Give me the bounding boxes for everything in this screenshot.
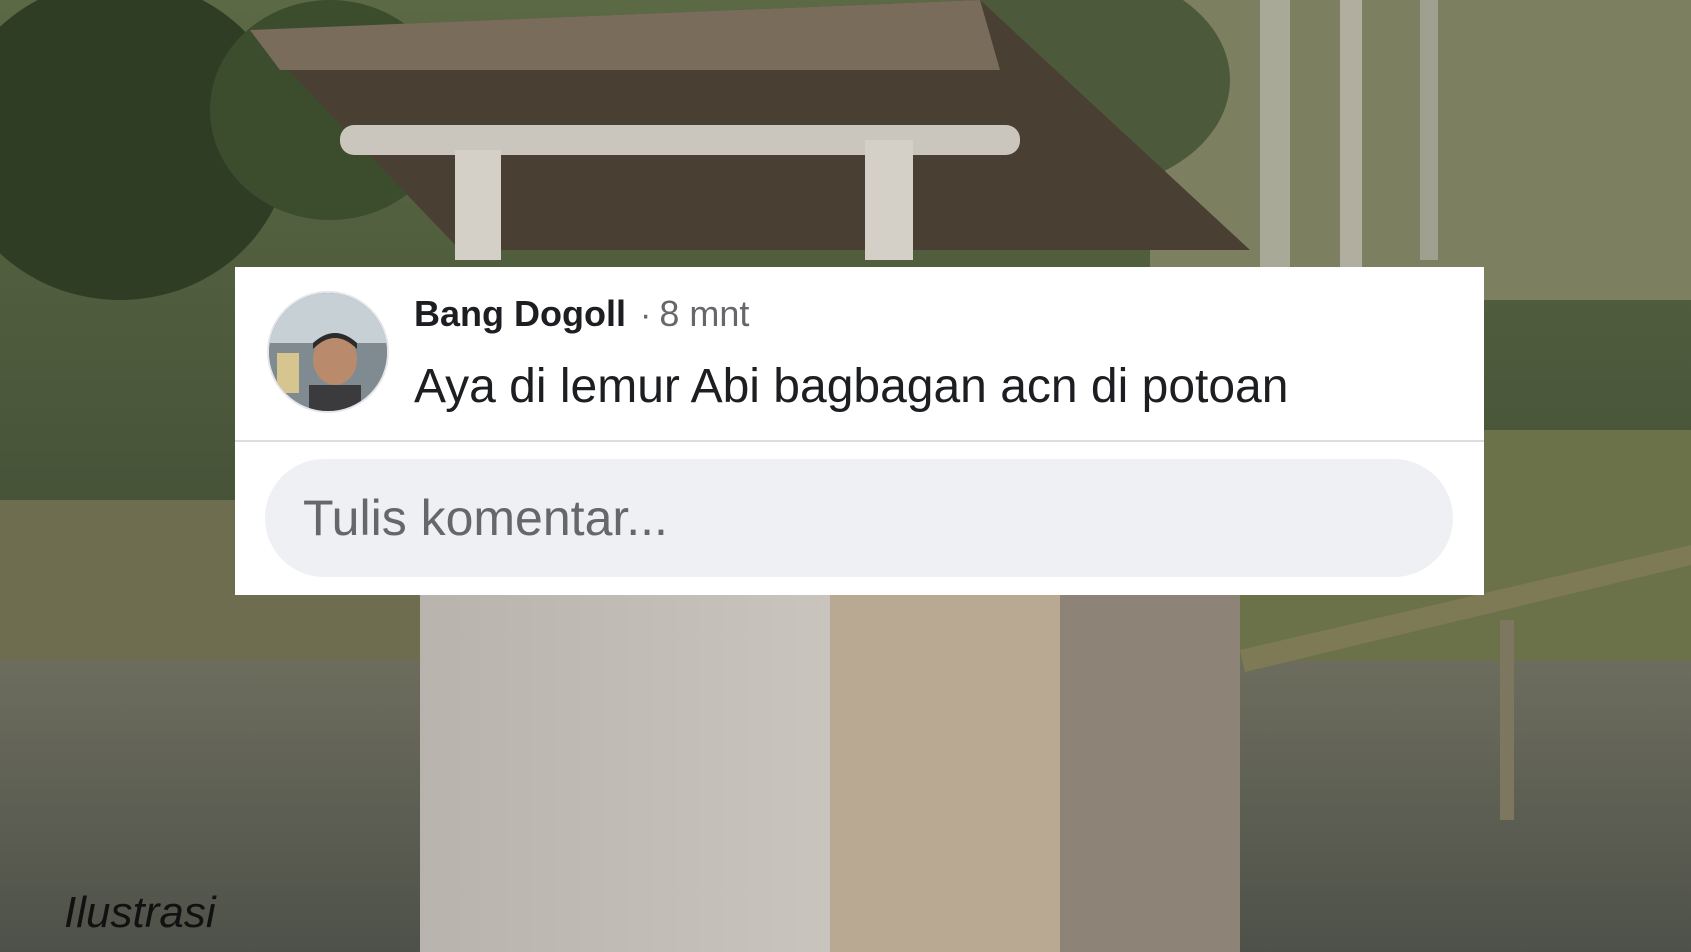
- author-name[interactable]: Bang Dogoll: [414, 293, 626, 335]
- image-caption: Ilustrasi: [64, 888, 216, 937]
- comment-text: Aya di lemur Abi bagbagan acn di potoan: [414, 360, 1289, 413]
- comment-row: Bang Dogoll · 8 mnt Aya di lemur Abi bag…: [235, 267, 1484, 440]
- timestamp[interactable]: 8 mnt: [659, 293, 749, 335]
- comment-card: Bang Dogoll · 8 mnt Aya di lemur Abi bag…: [235, 267, 1484, 595]
- meta-separator: ·: [639, 296, 652, 334]
- divider: [235, 440, 1484, 442]
- comment-meta: Bang Dogoll · 8 mnt: [414, 293, 749, 337]
- comment-input[interactable]: [265, 459, 1453, 577]
- avatar[interactable]: [267, 291, 389, 413]
